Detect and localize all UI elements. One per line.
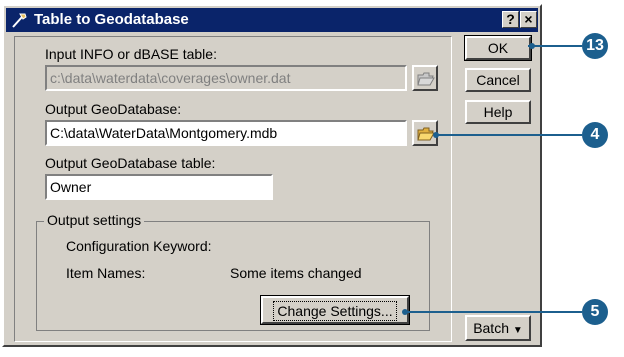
callout-browse: 4 <box>582 122 608 148</box>
callout-change-settings: 5 <box>582 299 608 325</box>
callout-ok: 13 <box>582 33 608 59</box>
callout-leader-lines <box>402 43 582 315</box>
